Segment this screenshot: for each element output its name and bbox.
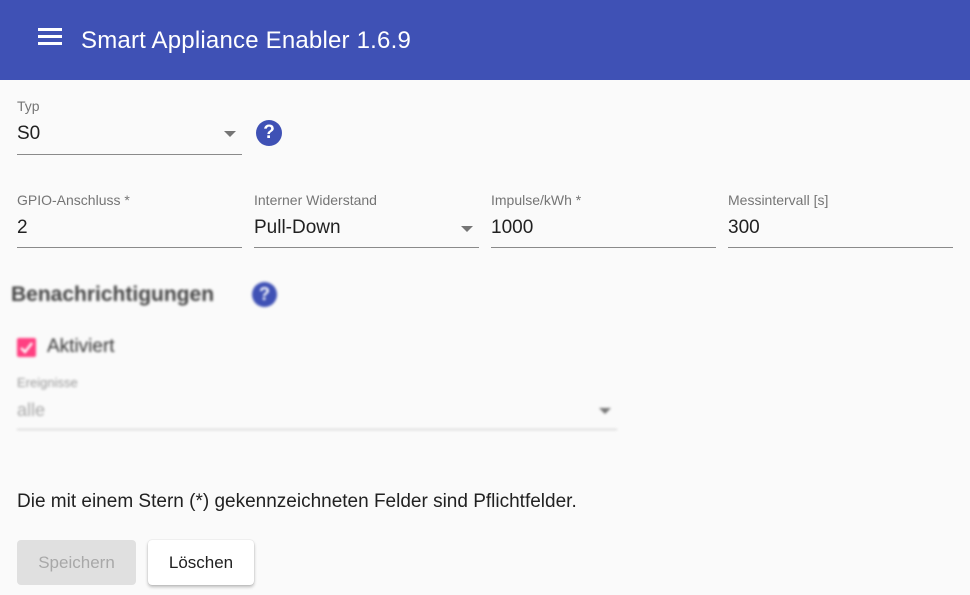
required-fields-note: Die mit einem Stern (*) gekennzeichneten… — [17, 491, 577, 512]
notifications-title: Benachrichtigungen — [11, 283, 215, 306]
typ-underline — [17, 154, 242, 155]
help-icon[interactable]: ? — [256, 120, 282, 146]
widerstand-value: Pull-Down — [254, 217, 341, 238]
checkmark-icon — [20, 342, 33, 354]
ereignisse-value: alle — [17, 400, 46, 420]
impulse-value: 1000 — [491, 217, 534, 238]
ereignisse-underline — [17, 429, 617, 430]
messintervall-underline — [728, 247, 953, 248]
chevron-down-icon — [599, 408, 611, 414]
impulse-label: Impulse/kWh * — [491, 192, 582, 208]
gpio-label: GPIO-Anschluss * — [17, 192, 130, 208]
widerstand-underline — [254, 247, 479, 248]
ereignisse-label: Ereignisse — [17, 375, 78, 390]
save-button[interactable]: Speichern — [17, 540, 136, 585]
app-toolbar: Smart Appliance Enabler 1.6.9 — [0, 0, 970, 80]
delete-button[interactable]: Löschen — [148, 540, 254, 585]
gpio-value: 2 — [17, 217, 28, 238]
gpio-underline — [17, 247, 242, 248]
typ-value: S0 — [17, 123, 41, 144]
chevron-down-icon — [224, 131, 236, 137]
menu-icon[interactable] — [38, 28, 62, 46]
chevron-down-icon — [461, 226, 473, 232]
aktiviert-label: Aktiviert — [47, 336, 115, 357]
messintervall-value: 300 — [728, 217, 760, 238]
aktiviert-checkbox[interactable] — [17, 338, 36, 357]
widerstand-label: Interner Widerstand — [254, 192, 377, 208]
app-title: Smart Appliance Enabler 1.6.9 — [81, 27, 411, 54]
impulse-underline — [491, 247, 716, 248]
typ-label: Typ — [17, 98, 40, 114]
messintervall-label: Messintervall [s] — [728, 192, 829, 208]
help-icon[interactable]: ? — [252, 282, 277, 307]
